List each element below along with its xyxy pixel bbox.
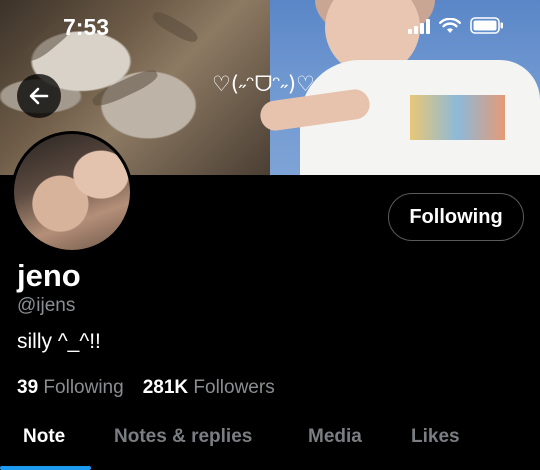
cellular-signal-icon — [408, 18, 430, 34]
arrow-left-icon — [29, 87, 49, 105]
following-stat[interactable]: 39 Following — [17, 377, 124, 399]
profile-name: jeno — [17, 258, 81, 293]
wifi-icon — [439, 17, 461, 33]
profile-bio: silly ^_^!! — [17, 330, 101, 353]
tab-notes-and-replies[interactable]: Notes & replies — [114, 426, 252, 448]
tab-likes[interactable]: Likes — [411, 426, 460, 448]
profile-stats: 39 Following 281K Followers — [17, 377, 275, 399]
following-count: 39 — [17, 377, 39, 398]
active-tab-indicator — [0, 466, 91, 470]
battery-icon — [470, 17, 503, 34]
following-button[interactable]: Following — [388, 193, 524, 241]
profile-tabs: Note Notes & replies Media Likes — [0, 418, 540, 470]
followers-count: 281K — [142, 377, 189, 398]
banner-kaomoji: ♡(˶ᵔᗜᵔ˶)♡ — [212, 72, 315, 96]
tab-note[interactable]: Note — [23, 426, 65, 448]
status-time: 7:53 — [63, 14, 110, 40]
profile-handle: @ijens — [17, 295, 76, 316]
followers-stat[interactable]: 281K Followers — [143, 377, 275, 399]
status-icons — [408, 17, 504, 34]
avatar[interactable] — [11, 131, 133, 253]
followers-label: Followers — [193, 377, 275, 398]
back-button[interactable] — [17, 74, 61, 118]
tab-media[interactable]: Media — [308, 426, 362, 448]
following-label: Following — [43, 377, 124, 398]
